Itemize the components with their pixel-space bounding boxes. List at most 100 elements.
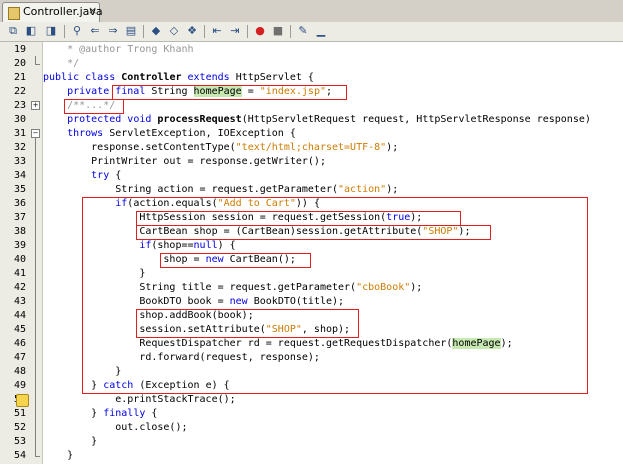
- line-number: 41: [13, 268, 26, 279]
- code-token: try: [43, 170, 116, 181]
- code-token: processRequest: [157, 114, 242, 125]
- line-number: 19: [13, 44, 26, 55]
- line-number: 31: [13, 128, 26, 139]
- code-token: {: [115, 170, 122, 181]
- code-line: try {: [43, 168, 121, 183]
- annotation-box-collapsed-comment: [64, 99, 125, 114]
- code-line: e.printStackTrace();: [43, 392, 235, 407]
- uncomment-icon[interactable]: ▁: [314, 24, 328, 38]
- code-line: }: [43, 434, 97, 449]
- code-line: * @author Trong Khanh: [43, 42, 194, 57]
- line-number: 51: [13, 408, 26, 419]
- code-line: }: [43, 448, 73, 463]
- line-number: 45: [13, 324, 26, 335]
- line-number: 22: [13, 86, 26, 97]
- code-line: protected void processRequest(HttpServle…: [43, 112, 591, 127]
- line-number: 37: [13, 212, 26, 223]
- code-token: "action": [338, 184, 387, 195]
- annotation-box-add-and-store: [136, 309, 360, 338]
- code-editor[interactable]: * @author Trong Khanh */public class Con…: [43, 42, 623, 464]
- code-line: out.close();: [43, 420, 188, 435]
- code-token: {: [151, 408, 158, 419]
- line-number-gutter: 19 20 21 22 23 +30 31−32 33 34 35 36 37 38 39 40 41 42 43…: [0, 42, 43, 464]
- line-number: 32: [13, 142, 26, 153]
- line-number: 46: [13, 338, 26, 349]
- fold-end-marker: [35, 64, 40, 65]
- annotation-box-get-session: [136, 211, 462, 226]
- line-number: 52: [13, 422, 26, 433]
- toggle-bookmark-icon[interactable]: ❖: [185, 24, 199, 38]
- toolbar-separator: [64, 25, 65, 38]
- line-number: 35: [13, 184, 26, 195]
- shift-right-icon[interactable]: ⇥: [228, 24, 242, 38]
- annotation-box-final-field: [112, 85, 347, 100]
- code-token: finally: [103, 408, 152, 419]
- line-number: 30: [13, 114, 26, 125]
- record-macro-icon[interactable]: ●: [253, 24, 267, 38]
- code-token: PrintWriter out = response.getWriter();: [43, 156, 326, 167]
- code-line: response.setContentType("text/html;chars…: [43, 140, 398, 155]
- line-number: 33: [13, 156, 26, 167]
- code-token: String action = request.getParameter(: [43, 184, 339, 195]
- tab-controller-java[interactable]: Controller.java ×: [2, 2, 103, 22]
- editor-tab-bar: Controller.java ×: [0, 0, 623, 23]
- code-token: }: [43, 408, 104, 419]
- editor-icon[interactable]: ⧉: [6, 24, 20, 38]
- code-line: PrintWriter out = response.getWriter();: [43, 154, 326, 169]
- annotation-box-get-attribute: [136, 225, 492, 240]
- expand-fold-icon[interactable]: +: [31, 101, 40, 110]
- code-token: */: [43, 58, 80, 69]
- line-number: 48: [13, 366, 26, 377]
- java-file-icon: [8, 7, 20, 20]
- code-token: * @author Trong Khanh: [43, 44, 194, 55]
- line-number: 53: [13, 436, 26, 447]
- toolbar-separator: [143, 25, 144, 38]
- find-next-icon[interactable]: ⇒: [106, 24, 120, 38]
- code-token: extends: [187, 72, 236, 83]
- code-token: "text/html;charset=UTF-8": [235, 142, 387, 153]
- editor-toolbar: ⧉ ◧ ◨ ⚲ ⇐ ⇒ ▤ ◆ ◇ ❖ ⇤ ⇥ ● ■ ✎ ▁: [0, 22, 623, 42]
- shift-left-icon[interactable]: ⇤: [210, 24, 224, 38]
- line-number: 54: [13, 450, 26, 461]
- prev-bookmark-icon[interactable]: ◆: [149, 24, 163, 38]
- forward-icon[interactable]: ◨: [44, 24, 58, 38]
- toggle-highlight-icon[interactable]: ▤: [124, 24, 138, 38]
- code-token: ServletException, IOException {: [109, 128, 296, 139]
- code-token: protected: [43, 114, 128, 125]
- line-number: 21: [13, 72, 26, 83]
- find-prev-icon[interactable]: ⇐: [88, 24, 102, 38]
- code-token: response.setContentType(: [43, 142, 236, 153]
- code-token: }: [43, 436, 98, 447]
- line-number: 38: [13, 226, 26, 237]
- code-token: Controller: [121, 72, 188, 83]
- line-number: 40: [13, 254, 26, 265]
- line-number: 44: [13, 310, 26, 321]
- code-token: HttpServlet {: [235, 72, 314, 83]
- code-token: );: [386, 142, 399, 153]
- code-line: */: [43, 56, 79, 71]
- fold-end-marker: [35, 56, 36, 64]
- stop-macro-icon[interactable]: ■: [271, 24, 285, 38]
- line-number: 49: [13, 380, 26, 391]
- code-line: throws ServletException, IOException {: [43, 126, 296, 141]
- toolbar-separator: [204, 25, 205, 38]
- code-token: void: [127, 114, 158, 125]
- code-token: }: [43, 450, 74, 461]
- line-number: 34: [13, 170, 26, 181]
- next-bookmark-icon[interactable]: ◇: [167, 24, 181, 38]
- line-number: 43: [13, 296, 26, 307]
- fold-end-marker: [35, 456, 40, 457]
- comment-icon[interactable]: ✎: [296, 24, 310, 38]
- code-line: String action = request.getParameter("ac…: [43, 182, 398, 197]
- line-number: 23: [13, 100, 26, 111]
- find-icon[interactable]: ⚲: [70, 24, 84, 38]
- code-token: throws: [43, 128, 110, 139]
- annotation-box-new-cartbean: [160, 253, 311, 268]
- code-token: out.close();: [43, 422, 188, 433]
- code-token: (HttpServletRequest request, HttpServlet…: [241, 114, 591, 125]
- line-number: 20: [13, 58, 26, 69]
- close-tab-icon[interactable]: ×: [88, 4, 97, 17]
- line-number: 36: [13, 198, 26, 209]
- back-icon[interactable]: ◧: [24, 24, 38, 38]
- line-number: 47: [13, 352, 26, 363]
